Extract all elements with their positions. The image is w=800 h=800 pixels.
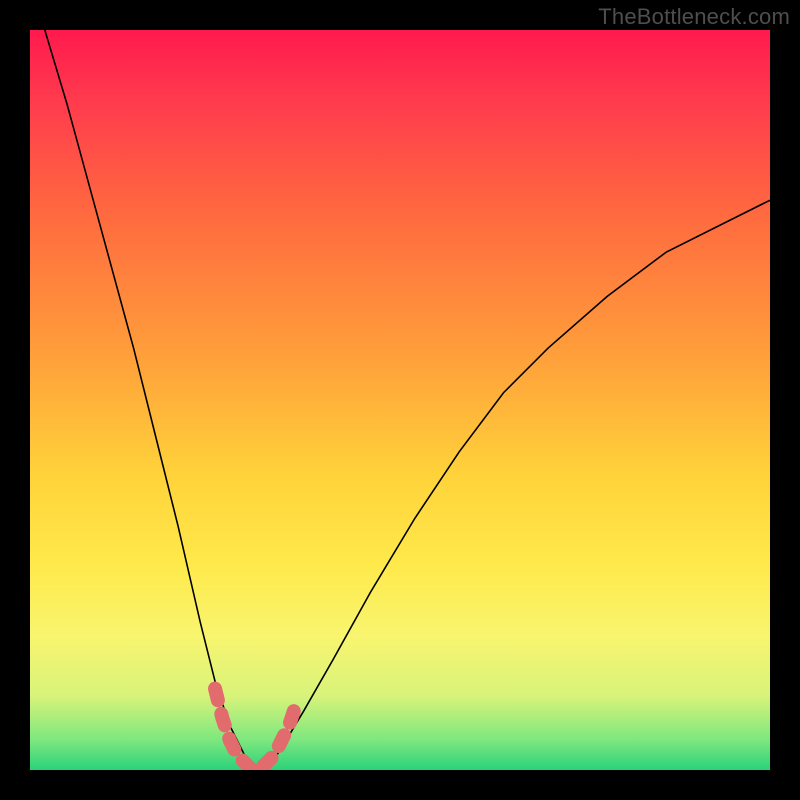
- watermark-text: TheBottleneck.com: [598, 4, 790, 30]
- right-branch-curve: [267, 200, 770, 770]
- chart-svg: [30, 30, 770, 770]
- plot-area: [30, 30, 770, 770]
- highlighted-valley: [215, 689, 296, 770]
- left-branch-curve: [45, 30, 252, 770]
- outer-frame: TheBottleneck.com: [0, 0, 800, 800]
